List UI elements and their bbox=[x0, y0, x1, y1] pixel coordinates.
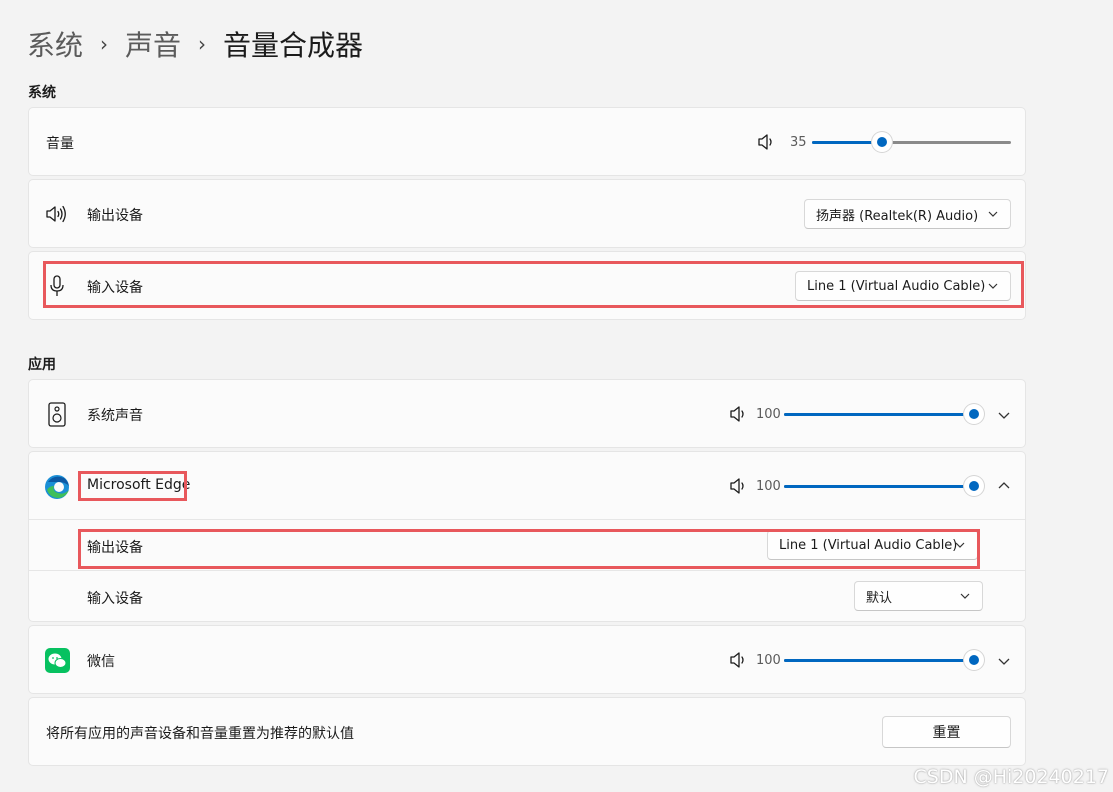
watermark: CSDN @Hi20240217 bbox=[913, 766, 1109, 788]
master-volume-slider[interactable] bbox=[812, 132, 1011, 152]
input-device-value: Line 1 (Virtual Audio Cable) bbox=[807, 278, 986, 294]
microphone-icon bbox=[50, 275, 64, 296]
wechat-card: 微信 100 bbox=[28, 625, 1026, 694]
wechat-label: 微信 bbox=[87, 654, 115, 670]
output-device-card: 输出设备 扬声器 (Realtek(R) Audio) bbox=[28, 179, 1026, 248]
input-device-dropdown[interactable]: Line 1 (Virtual Audio Cable) bbox=[795, 271, 1011, 301]
output-device-label: 输出设备 bbox=[87, 208, 143, 224]
master-volume-value: 35 bbox=[790, 135, 807, 150]
reset-description: 将所有应用的声音设备和音量重置为推荐的默认值 bbox=[46, 726, 354, 742]
speaker-waves-icon bbox=[46, 205, 66, 223]
chevron-down-icon bbox=[955, 542, 965, 548]
system-sounds-volume-value: 100 bbox=[756, 407, 781, 422]
slider-thumb[interactable] bbox=[871, 132, 892, 152]
speaker-icon[interactable] bbox=[729, 477, 749, 495]
reset-button[interactable]: 重置 bbox=[882, 716, 1011, 748]
chevron-down-icon bbox=[988, 283, 998, 289]
edge-card: Microsoft Edge 100 输出设备 Line 1 (Virtual … bbox=[28, 451, 1026, 622]
speaker-icon[interactable] bbox=[757, 133, 777, 151]
breadcrumb-separator: › bbox=[198, 32, 207, 56]
wechat-volume-slider[interactable] bbox=[784, 650, 984, 670]
input-device-card: 输入设备 Line 1 (Virtual Audio Cable) bbox=[28, 251, 1026, 320]
divider bbox=[29, 570, 1025, 571]
slider-fill bbox=[784, 659, 974, 662]
edge-volume-value: 100 bbox=[756, 479, 781, 494]
wechat-volume-value: 100 bbox=[756, 653, 781, 668]
wechat-icon bbox=[45, 648, 70, 673]
section-title-system: 系统 bbox=[28, 85, 56, 101]
edge-input-label: 输入设备 bbox=[87, 591, 143, 607]
master-volume-card: 音量 35 bbox=[28, 107, 1026, 176]
breadcrumb-sound[interactable]: 声音 bbox=[125, 24, 181, 64]
reset-card: 将所有应用的声音设备和音量重置为推荐的默认值 重置 bbox=[28, 697, 1026, 766]
breadcrumb: 系统 › 声音 › 音量合成器 bbox=[27, 22, 363, 66]
edge-input-dropdown[interactable]: 默认 bbox=[854, 581, 983, 611]
chevron-up-icon[interactable] bbox=[998, 480, 1010, 492]
edge-input-value: 默认 bbox=[866, 590, 893, 606]
speaker-icon[interactable] bbox=[729, 405, 749, 423]
slider-thumb[interactable] bbox=[964, 650, 984, 670]
output-device-dropdown[interactable]: 扬声器 (Realtek(R) Audio) bbox=[804, 199, 1011, 229]
system-sounds-label: 系统声音 bbox=[87, 408, 143, 424]
edge-output-label: 输出设备 bbox=[87, 540, 143, 556]
system-sounds-card: 系统声音 100 bbox=[28, 379, 1026, 448]
slider-thumb[interactable] bbox=[964, 404, 984, 424]
slider-fill bbox=[784, 485, 974, 488]
section-title-apps: 应用 bbox=[28, 357, 56, 373]
input-device-label: 输入设备 bbox=[87, 280, 143, 296]
master-volume-label: 音量 bbox=[46, 136, 74, 152]
speaker-icon[interactable] bbox=[729, 651, 749, 669]
chevron-down-icon bbox=[988, 211, 998, 217]
speaker-box-icon bbox=[48, 402, 66, 427]
chevron-down-icon[interactable] bbox=[998, 409, 1010, 421]
slider-thumb[interactable] bbox=[964, 476, 984, 496]
output-device-value: 扬声器 (Realtek(R) Audio) bbox=[816, 208, 979, 224]
slider-fill bbox=[784, 413, 974, 416]
chevron-down-icon bbox=[960, 593, 970, 599]
breadcrumb-separator: › bbox=[100, 32, 109, 56]
edge-icon bbox=[45, 475, 69, 499]
breadcrumb-system[interactable]: 系统 bbox=[27, 24, 83, 64]
chevron-down-icon[interactable] bbox=[998, 655, 1010, 667]
edge-output-value: Line 1 (Virtual Audio Cable) bbox=[779, 537, 958, 553]
divider bbox=[29, 519, 1025, 520]
edge-output-dropdown[interactable]: Line 1 (Virtual Audio Cable) bbox=[767, 530, 978, 560]
edge-label: Microsoft Edge bbox=[87, 477, 191, 493]
system-sounds-volume-slider[interactable] bbox=[784, 404, 984, 424]
page-title: 音量合成器 bbox=[223, 29, 364, 62]
edge-volume-slider[interactable] bbox=[784, 476, 984, 496]
